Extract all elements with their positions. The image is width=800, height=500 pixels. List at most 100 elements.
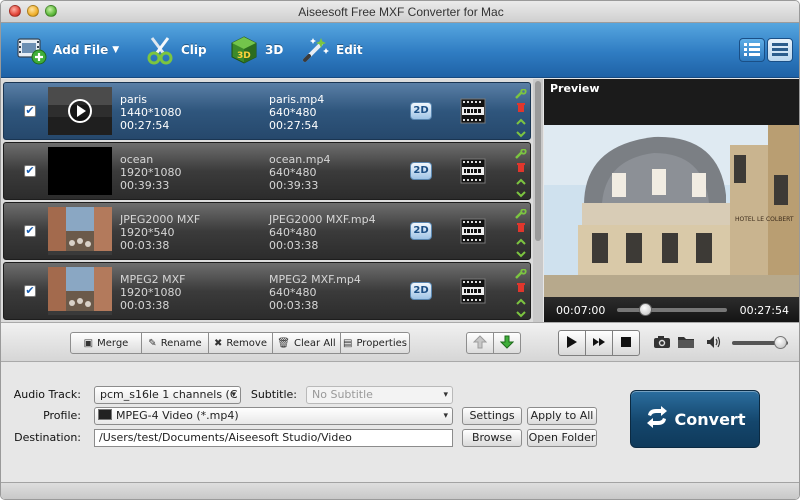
magic-wand-icon (298, 33, 332, 67)
wrench-icon[interactable] (515, 268, 527, 282)
3d-button[interactable]: 3D 3D (227, 31, 283, 69)
profile-select[interactable]: MPEG-4 Video (*.mp4) ▾ (94, 407, 453, 425)
wrench-icon[interactable] (515, 88, 527, 102)
clip-button[interactable]: Clip (143, 31, 207, 69)
file-thumbnail[interactable] (48, 147, 112, 195)
output-name: MPEG2 MXF.mp4 (269, 273, 361, 286)
clear-all-button[interactable]: 🗑 Clear All (272, 332, 341, 354)
row-controls (514, 268, 528, 318)
convert-button[interactable]: Convert (630, 390, 760, 448)
file-row[interactable]: ✔ JPEG2000 MXF 1920*540 00:03:38 JPEG200… (3, 202, 531, 260)
play-button[interactable] (558, 330, 586, 356)
move-down-button[interactable] (493, 332, 521, 354)
source-info: JPEG2000 MXF 1920*540 00:03:38 (120, 213, 200, 252)
chevron-up-icon[interactable] (516, 115, 526, 128)
fast-forward-button[interactable] (585, 330, 613, 356)
file-thumbnail[interactable] (48, 87, 112, 135)
trash-icon[interactable] (516, 282, 526, 295)
scissors-icon (143, 33, 177, 67)
chevron-down-icon[interactable] (516, 308, 526, 321)
current-time: 00:07:00 (556, 304, 606, 317)
volume-slider-handle[interactable] (773, 336, 787, 349)
playback-bar (544, 322, 799, 362)
destination-field[interactable]: /Users/test/Documents/Aiseesoft Studio/V… (94, 429, 453, 447)
wrench-icon[interactable] (515, 148, 527, 162)
row-controls (514, 88, 528, 138)
source-duration: 00:03:38 (120, 299, 170, 312)
list-view-icon (744, 42, 760, 59)
mpeg4-film-icon[interactable] (460, 158, 486, 184)
file-thumbnail[interactable] (48, 267, 112, 315)
file-row[interactable]: ✔ ocean 1920*1080 00:39:33 ocean.mp4 640… (3, 142, 531, 200)
chevron-down-icon[interactable]: ▼ (112, 45, 119, 55)
folder-icon (677, 335, 695, 352)
subtitle-value: No Subtitle (312, 388, 373, 401)
row-controls (514, 208, 528, 258)
rename-button[interactable]: ✎ Rename (141, 332, 209, 354)
sign-text: HOTEL LE COLBERT (735, 216, 794, 223)
trash-icon[interactable] (516, 102, 526, 115)
subtitle-select[interactable]: No Subtitle ▾ (306, 386, 453, 404)
properties-button[interactable]: ▤ Properties (340, 332, 410, 354)
audio-track-select[interactable]: pcm_s16le 1 channels (C ▾ (94, 386, 241, 404)
list-view-button[interactable] (739, 38, 765, 62)
svg-text:3D: 3D (237, 51, 251, 61)
open-snapshot-folder-button[interactable] (672, 330, 700, 356)
file-thumbnail[interactable] (48, 207, 112, 255)
mpeg4-film-icon[interactable] (460, 278, 486, 304)
move-up-button[interactable] (466, 332, 494, 354)
source-resolution: 1440*1080 (120, 106, 182, 119)
chevron-up-icon[interactable] (516, 235, 526, 248)
speaker-icon[interactable] (706, 335, 722, 352)
settings-button[interactable]: Settings (462, 407, 522, 425)
file-row[interactable]: ✔ paris 1440*1080 00:27:54 paris.mp4 640… (3, 82, 531, 140)
chevron-down-icon[interactable] (516, 188, 526, 201)
file-checkbox[interactable]: ✔ (24, 225, 36, 237)
status-bar (1, 482, 799, 499)
stop-button[interactable] (612, 330, 640, 356)
preview-video[interactable]: HOTEL LE COLBERT (544, 125, 799, 299)
file-checkbox[interactable]: ✔ (24, 165, 36, 177)
output-resolution: 640*480 (269, 166, 317, 179)
file-checkbox[interactable]: ✔ (24, 105, 36, 117)
2d-badge-button[interactable]: 2D (410, 282, 432, 300)
edit-button[interactable]: Edit (298, 31, 363, 69)
file-row[interactable]: ✔ MPEG2 MXF 1920*1080 00:03:38 MPEG2 MXF… (3, 262, 531, 320)
apply-to-all-button[interactable]: Apply to All (527, 407, 597, 425)
chevron-down-icon[interactable] (516, 248, 526, 261)
seek-handle[interactable] (638, 303, 652, 316)
title-bar[interactable]: Aiseesoft Free MXF Converter for Mac (1, 1, 799, 23)
profile-value: MPEG-4 Video (*.mp4) (116, 409, 239, 422)
2d-badge-button[interactable]: 2D (410, 102, 432, 120)
trash-icon[interactable] (516, 162, 526, 175)
chevron-down-icon: ▾ (443, 411, 448, 421)
remove-button[interactable]: ✖ Remove (208, 332, 273, 354)
output-name: JPEG2000 MXF.mp4 (269, 213, 376, 226)
open-folder-button[interactable]: Open Folder (527, 429, 597, 447)
2d-badge-button[interactable]: 2D (410, 162, 432, 180)
detail-view-button[interactable] (767, 38, 793, 62)
wrench-icon[interactable] (515, 208, 527, 222)
file-checkbox[interactable]: ✔ (24, 285, 36, 297)
profile-label: Profile: (43, 409, 81, 422)
file-list[interactable]: ✔ paris 1440*1080 00:27:54 paris.mp4 640… (1, 79, 543, 322)
chevron-up-icon[interactable] (516, 175, 526, 188)
source-name: ocean (120, 153, 154, 166)
preview-label: Preview (550, 82, 600, 95)
stop-icon (621, 336, 631, 350)
chevron-up-icon[interactable] (516, 295, 526, 308)
mpeg4-film-icon[interactable] (460, 218, 486, 244)
mpeg4-film-icon[interactable] (460, 98, 486, 124)
merge-button[interactable]: ▣ Merge (70, 332, 142, 354)
trash-icon[interactable] (516, 222, 526, 235)
2d-badge-button[interactable]: 2D (410, 222, 432, 240)
preview-pane: Preview HOTEL LE COLBERT 00:07:00 00:27:… (544, 79, 799, 322)
seek-track[interactable] (617, 308, 727, 312)
browse-button[interactable]: Browse (462, 429, 522, 447)
output-duration: 00:03:38 (269, 299, 319, 312)
list-scrollbar-thumb[interactable] (535, 81, 541, 241)
merge-label: Merge (97, 337, 129, 349)
chevron-down-icon[interactable] (516, 128, 526, 141)
convert-arrows-icon (645, 406, 669, 432)
add-file-button[interactable]: Add File ▼ (15, 31, 119, 69)
